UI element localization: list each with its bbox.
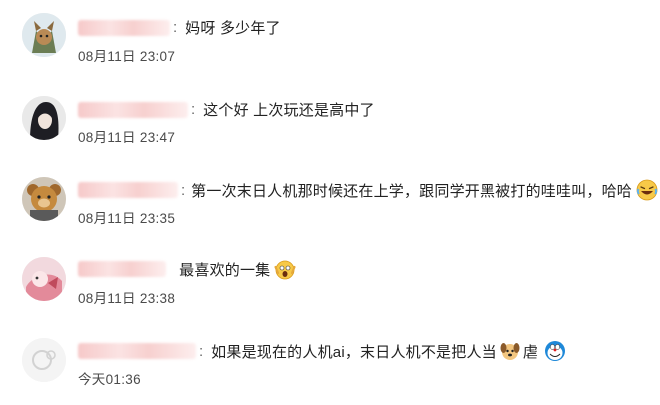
pink-anime-avatar[interactable]: [22, 257, 66, 301]
comment-text-suffix: 虐: [522, 343, 539, 361]
username-redacted[interactable]: [78, 101, 188, 118]
username-redacted[interactable]: [78, 182, 178, 198]
comment-timestamp: 今天01:36: [78, 372, 141, 387]
comment-timestamp: 08月11日 23:47: [78, 130, 176, 145]
doraemon-emoji: [544, 340, 566, 362]
username-redacted[interactable]: [78, 261, 166, 277]
laughing-tears-emoji: [636, 179, 658, 201]
username-redacted[interactable]: [78, 19, 170, 36]
default-gray-avatar[interactable]: [22, 338, 66, 382]
dog-face-emoji: [499, 340, 521, 362]
fox-character-avatar[interactable]: [22, 13, 66, 57]
comment-timestamp: 08月11日 23:07: [78, 49, 176, 64]
name-colon: :: [191, 101, 196, 118]
comment-text: 这个好 上次玩还是高中了: [203, 102, 375, 119]
dark-haired-character-avatar[interactable]: [22, 96, 66, 140]
comment-timestamp: 08月11日 23:38: [78, 291, 176, 306]
username-redacted[interactable]: [78, 343, 196, 359]
comment-text: 第一次末日人机那时候还在上学，跟同学开黑被打的哇哇叫，哈哈: [191, 182, 632, 200]
name-colon: :: [173, 19, 178, 36]
comment-timestamp: 08月11日 23:35: [78, 211, 176, 226]
name-colon: :: [199, 342, 204, 360]
screaming-face-emoji: [274, 258, 296, 280]
comment-feed: : 妈呀 多少年了 08月11日 23:07 : 这个好 上次玩还是高中了 08…: [0, 0, 660, 405]
comment-text: 最喜欢的一集: [179, 261, 271, 279]
name-colon: [169, 261, 173, 278]
comment-text: 如果是现在的人机ai，末日人机不是把人当: [211, 343, 497, 361]
comment-text: 妈呀 多少年了: [185, 20, 281, 37]
bear-character-avatar[interactable]: [22, 177, 66, 221]
name-colon: :: [181, 181, 186, 199]
